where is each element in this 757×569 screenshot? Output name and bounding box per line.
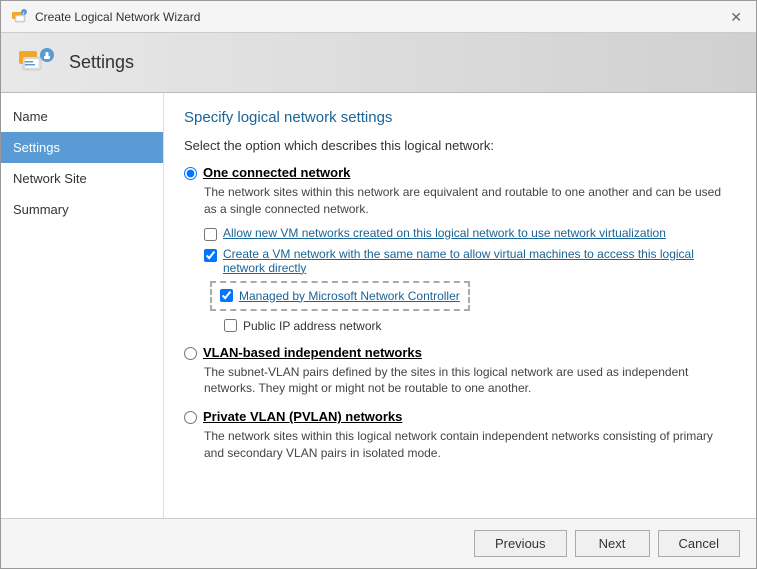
checkbox-public-ip-input[interactable]: [224, 319, 237, 332]
sidebar-item-name[interactable]: Name: [1, 101, 163, 132]
sidebar-item-settings[interactable]: Settings: [1, 132, 163, 163]
option-vlan-based-label: VLAN-based independent networks: [203, 345, 422, 360]
next-button[interactable]: Next: [575, 530, 650, 557]
option-private-vlan-desc: The network sites within this logical ne…: [204, 428, 736, 462]
managed-box: Managed by Microsoft Network Controller: [210, 281, 470, 311]
wizard-window: i Create Logical Network Wizard ✕ Settin…: [0, 0, 757, 569]
option-private-vlan: Private VLAN (PVLAN) networks The networ…: [184, 409, 736, 462]
title-bar: i Create Logical Network Wizard ✕: [1, 1, 756, 33]
close-button[interactable]: ✕: [726, 8, 746, 26]
wizard-icon: i: [11, 9, 27, 25]
settings-icon: [17, 43, 57, 83]
radio-one-connected[interactable]: One connected network: [184, 165, 736, 180]
sidebar: Name Settings Network Site Summary: [1, 93, 164, 518]
radio-one-connected-input[interactable]: [184, 167, 197, 180]
window-title: Create Logical Network Wizard: [35, 10, 200, 24]
header-title: Settings: [69, 52, 134, 73]
checkbox-allow-vm-networks-label: Allow new VM networks created on this lo…: [223, 226, 666, 240]
previous-button[interactable]: Previous: [474, 530, 567, 557]
title-bar-left: i Create Logical Network Wizard: [11, 9, 200, 25]
option-vlan-based: VLAN-based independent networks The subn…: [184, 345, 736, 398]
main-panel: Specify logical network settings Select …: [164, 93, 756, 518]
checkbox-allow-vm-networks[interactable]: Allow new VM networks created on this lo…: [204, 226, 736, 241]
checkbox-public-ip-label: Public IP address network: [243, 319, 382, 333]
sidebar-item-network-site[interactable]: Network Site: [1, 163, 163, 194]
checkbox-create-vm-network-input[interactable]: [204, 249, 217, 262]
section-title: Specify logical network settings: [184, 109, 736, 126]
radio-private-vlan[interactable]: Private VLAN (PVLAN) networks: [184, 409, 736, 424]
content-area: Name Settings Network Site Summary Speci…: [1, 93, 756, 518]
header-band: Settings: [1, 33, 756, 93]
checkbox-create-vm-network[interactable]: Create a VM network with the same name t…: [204, 247, 736, 275]
cancel-button[interactable]: Cancel: [658, 530, 740, 557]
radio-vlan-based[interactable]: VLAN-based independent networks: [184, 345, 736, 360]
option-one-connected-label: One connected network: [203, 165, 350, 180]
checkbox-managed-label: Managed by Microsoft Network Controller: [239, 289, 460, 303]
option-one-connected-desc: The network sites within this network ar…: [204, 184, 736, 218]
radio-private-vlan-input[interactable]: [184, 411, 197, 424]
option-private-vlan-label: Private VLAN (PVLAN) networks: [203, 409, 402, 424]
checkbox-managed-input[interactable]: [220, 289, 233, 302]
header-icon: [17, 43, 57, 83]
option-one-connected: One connected network The network sites …: [184, 165, 736, 333]
option-vlan-based-desc: The subnet-VLAN pairs defined by the sit…: [204, 364, 736, 398]
sidebar-item-summary[interactable]: Summary: [1, 194, 163, 225]
instruction-text: Select the option which describes this l…: [184, 138, 736, 153]
checkbox-allow-vm-networks-input[interactable]: [204, 228, 217, 241]
checkbox-create-vm-network-label: Create a VM network with the same name t…: [223, 247, 736, 275]
footer: Previous Next Cancel: [1, 518, 756, 568]
svg-text:i: i: [23, 10, 24, 15]
managed-inner: Managed by Microsoft Network Controller: [220, 289, 460, 303]
radio-vlan-based-input[interactable]: [184, 347, 197, 360]
public-ip-row: Public IP address network: [224, 319, 736, 333]
